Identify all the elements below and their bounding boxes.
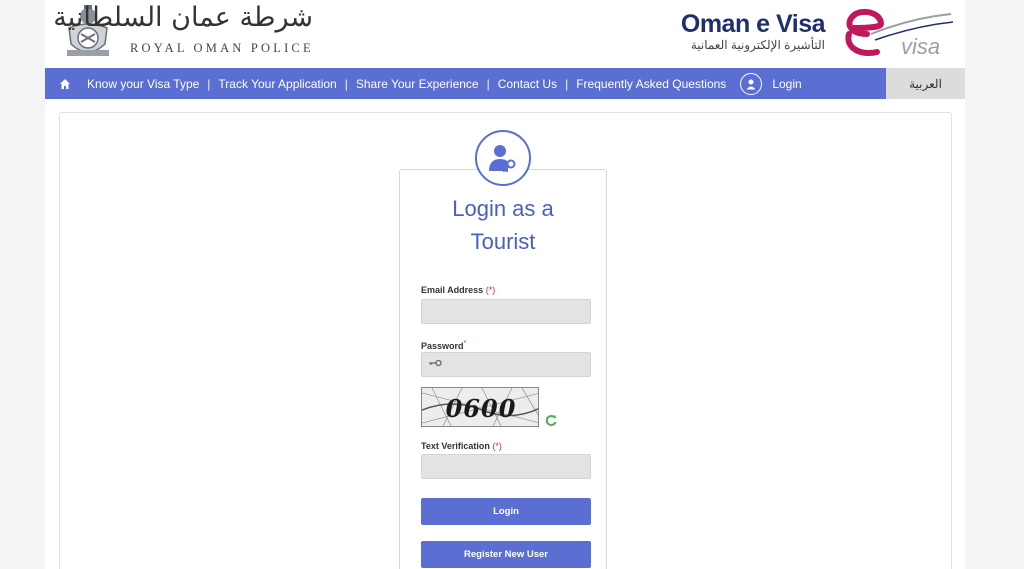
- user-key-icon: [475, 130, 531, 186]
- verification-label: Text Verification (*): [421, 441, 502, 451]
- evisa-title: Oman e Visa: [680, 10, 826, 38]
- refresh-icon[interactable]: [544, 413, 558, 427]
- password-label-text: Password: [421, 341, 464, 351]
- required-mark: (*): [485, 285, 496, 295]
- nav-separator: |: [486, 76, 490, 91]
- nav-login[interactable]: Login: [740, 72, 802, 95]
- login-title: Login as a Tourist: [399, 192, 607, 258]
- site-header: شرطة عمان السلطانية ROYAL OMAN POLICE Om…: [45, 0, 965, 68]
- email-label-text: Email Address: [421, 285, 484, 295]
- nav-contact-us[interactable]: Contact Us: [498, 77, 557, 91]
- nav-separator: |: [344, 76, 348, 91]
- rop-english-name: ROYAL OMAN POLICE: [130, 41, 314, 55]
- captcha-image: 0600: [421, 387, 539, 427]
- nav-separator: |: [565, 76, 569, 91]
- required-mark: (*): [492, 441, 502, 451]
- user-circle-icon: [740, 72, 763, 95]
- nav-separator: |: [207, 76, 211, 91]
- email-label: Email Address (*): [421, 285, 495, 295]
- verification-label-text: Text Verification: [421, 441, 490, 451]
- key-icon: [429, 359, 442, 367]
- main-navbar: Know your Visa Type | Track Your Applica…: [45, 68, 886, 99]
- evisa-logo: visa: [845, 8, 954, 59]
- nav-know-your-visa-type[interactable]: Know your Visa Type: [87, 77, 199, 91]
- login-title-line2: Tourist: [470, 229, 536, 254]
- verification-field[interactable]: [421, 454, 591, 479]
- login-button[interactable]: Login: [421, 498, 591, 525]
- svg-text:visa: visa: [901, 34, 940, 59]
- email-field[interactable]: [421, 299, 591, 324]
- nav-faq[interactable]: Frequently Asked Questions: [576, 77, 726, 91]
- captcha-text: 0600: [445, 393, 517, 423]
- nav-track-your-application[interactable]: Track Your Application: [218, 77, 336, 91]
- nav-share-your-experience[interactable]: Share Your Experience: [356, 77, 479, 91]
- register-new-user-button[interactable]: Register New User: [421, 541, 591, 568]
- evisa-arabic-title: التأشيرة الإلكترونية العمانية: [690, 38, 825, 52]
- language-switch-arabic[interactable]: العربية: [886, 68, 965, 99]
- password-label: Password*: [421, 338, 466, 351]
- required-mark: *: [463, 338, 467, 347]
- rop-arabic-name: شرطة عمان السلطانية: [53, 2, 313, 33]
- login-title-line1: Login as a: [452, 196, 554, 221]
- nav-login-label[interactable]: Login: [772, 77, 801, 91]
- password-field[interactable]: [421, 352, 591, 377]
- home-icon[interactable]: [59, 77, 73, 91]
